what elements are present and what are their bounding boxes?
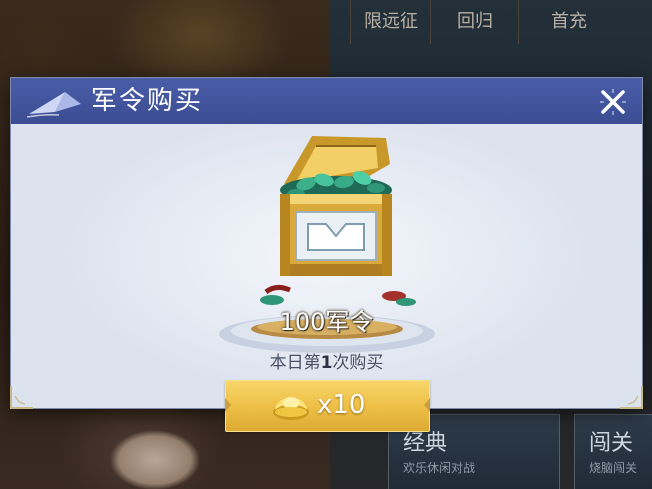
corner-ornament-icon [620, 386, 643, 409]
button-notch-right [424, 398, 430, 412]
purchase-count-prefix: 本日第 [269, 353, 321, 373]
dialog-body: 100军令 本日第1次购买 x10 [10, 124, 643, 432]
purchase-count-suffix: 次购买 [332, 353, 384, 373]
dialog-header: 军令购买 [11, 78, 642, 124]
buy-button[interactable]: x10 [225, 380, 430, 432]
gold-ingot-icon [273, 397, 309, 420]
dialog-title: 军令购买 [91, 86, 204, 116]
purchase-count-number: 1 [320, 353, 333, 373]
button-notch-left [225, 398, 231, 412]
paper-plane-icon [26, 92, 81, 118]
nav-return[interactable]: 回归 [430, 0, 519, 44]
character-portrait [95, 405, 215, 489]
close-icon[interactable] [598, 87, 628, 117]
mode-card-subtitle: 欢乐休闲对战 [403, 461, 476, 475]
mode-card-challenge[interactable]: 闯关 烧脑闯关 [574, 414, 652, 489]
purchase-count-text: 本日第1次购买 [11, 350, 642, 376]
mode-card-title: 闯关 [589, 431, 634, 456]
reward-amount: 100军令 [279, 308, 374, 336]
mode-card-subtitle: 烧脑闯关 [589, 461, 638, 475]
nav-first-recharge[interactable]: 首充 [518, 0, 619, 44]
price-label: x10 [317, 390, 366, 420]
corner-ornament-icon [10, 386, 33, 409]
nav-expedition[interactable]: 限远征 [350, 0, 431, 44]
purchase-dialog: 军令购买 100军令 本日第1次购买 x10 [10, 78, 643, 432]
